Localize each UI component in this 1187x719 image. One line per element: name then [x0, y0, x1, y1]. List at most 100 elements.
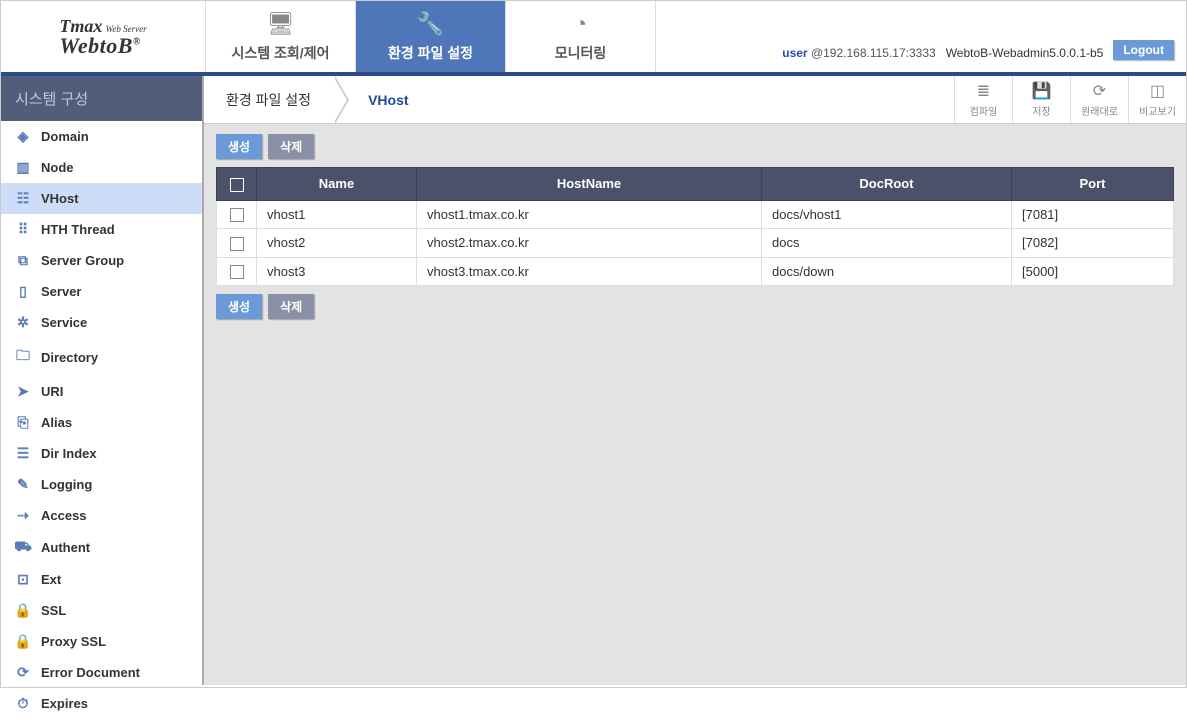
cell-hostname: vhost3.tmax.co.kr [417, 257, 762, 286]
sidebar-item-expires[interactable]: ⏱Expires [1, 688, 202, 719]
cell-port: [5000] [1012, 257, 1174, 286]
cell-docroot: docs [762, 229, 1012, 258]
cell-hostname: vhost2.tmax.co.kr [417, 229, 762, 258]
username: user [782, 46, 807, 60]
sidebar: 시스템 구성 ◈Domain▥Node ☷ VHost ⠿HTH Thread ⧉ Ser… [1, 76, 204, 685]
col-docroot: DocRoot [762, 168, 1012, 201]
sidebar-item-label: Ext [41, 572, 61, 587]
breadcrumb-parent[interactable]: 환경 파일 설정 [204, 76, 333, 123]
sidebar-item-alias[interactable]: ⎘Alias [1, 407, 202, 438]
cell-docroot: docs/down [762, 257, 1012, 286]
sidebar-item-ext[interactable]: ⊡ Ext [1, 564, 202, 595]
sidebar-item-domain[interactable]: ◈Domain [1, 121, 202, 152]
sidebar-item-label: Alias [41, 415, 72, 430]
sidebar-item-label: VHost [41, 191, 79, 206]
delete-button-bottom[interactable]: 삭제 [268, 294, 314, 319]
sidebar-item-label: Directory [41, 350, 98, 365]
cell-docroot: docs/vhost1 [762, 200, 1012, 229]
tab-config[interactable]: 🔧 환경 파일 설정 [356, 1, 506, 72]
sidebar-item-access[interactable]: ⇢Access [1, 500, 202, 531]
uri-icon: ➤ [15, 383, 31, 400]
error-document-icon: ⟳ [15, 664, 31, 681]
checkbox-icon[interactable] [230, 265, 244, 279]
content: 환경 파일 설정 VHost ≣ 컴파일 💾 저장 ⟳ 원래대로 ◫ 비교보기 [204, 76, 1186, 685]
access-icon: ⇢ [15, 507, 31, 524]
col-port: Port [1012, 168, 1174, 201]
button-row-top: 생성 삭제 [216, 134, 1174, 159]
wrench-icon: 🔧 [417, 11, 444, 37]
sidebar-item-label: Logging [41, 477, 92, 492]
sidebar-item-label: Service [41, 315, 87, 330]
dir-index-icon: ☰ [15, 445, 31, 462]
table-row[interactable]: vhost2vhost2.tmax.co.krdocs[7082] [217, 229, 1174, 258]
cell-name: vhost3 [257, 257, 417, 286]
version-label: WebtoB-Webadmin5.0.0.1-b5 [946, 46, 1104, 60]
vhost-icon: ☷ [15, 190, 31, 207]
button-row-bottom: 생성 삭제 [216, 294, 1174, 319]
breadcrumb-bar: 환경 파일 설정 VHost ≣ 컴파일 💾 저장 ⟳ 원래대로 ◫ 비교보기 [204, 76, 1186, 124]
tab-monitoring[interactable]: ◔ 모니터링 [506, 1, 656, 72]
cell-name: vhost1 [257, 200, 417, 229]
checkbox-all-icon[interactable] [230, 178, 244, 192]
sidebar-item-label: Error Document [41, 665, 140, 680]
save-icon: 💾 [1032, 81, 1052, 101]
ssl-icon: 🔒 [15, 602, 31, 619]
sidebar-item-logging[interactable]: ✎Logging [1, 469, 202, 500]
server-group-icon: ⧉ [15, 252, 31, 269]
action-save[interactable]: 💾 저장 [1012, 76, 1070, 123]
action-revert[interactable]: ⟳ 원래대로 [1070, 76, 1128, 123]
col-name: Name [257, 168, 417, 201]
sidebar-title: 시스템 구성 [1, 76, 202, 121]
sidebar-item-authent[interactable]: ⛟Authent [1, 531, 202, 564]
domain-icon: ◈ [15, 128, 31, 145]
sidebar-item-service[interactable]: ✲ Service [1, 307, 202, 338]
table-row[interactable]: vhost3vhost3.tmax.co.krdocs/down[5000] [217, 257, 1174, 286]
sidebar-item-server[interactable]: ▯Server [1, 276, 202, 307]
service-icon: ✲ [15, 314, 31, 331]
sidebar-item-label: HTH Thread [41, 222, 115, 237]
row-checkbox[interactable] [217, 200, 257, 229]
server-icon: ▯ [15, 283, 31, 300]
cell-port: [7082] [1012, 229, 1174, 258]
create-button-top[interactable]: 생성 [216, 134, 262, 159]
create-button-bottom[interactable]: 생성 [216, 294, 262, 319]
sidebar-item-proxy-ssl[interactable]: 🔒Proxy SSL [1, 626, 202, 657]
proxy-ssl-icon: 🔒 [15, 633, 31, 650]
row-checkbox[interactable] [217, 257, 257, 286]
sidebar-item-node[interactable]: ▥Node [1, 152, 202, 183]
col-checkbox[interactable] [217, 168, 257, 201]
checkbox-icon[interactable] [230, 208, 244, 222]
sidebar-item-uri[interactable]: ➤ URI [1, 376, 202, 407]
sidebar-item-label: Authent [41, 540, 90, 555]
sidebar-item-label: SSL [41, 603, 66, 618]
ext-icon: ⊡ [15, 571, 31, 588]
sidebar-item-ssl[interactable]: 🔒 SSL [1, 595, 202, 626]
action-compare[interactable]: ◫ 비교보기 [1128, 76, 1186, 123]
logout-button[interactable]: Logout [1113, 40, 1174, 60]
sidebar-item-label: URI [41, 384, 63, 399]
sidebar-item-directory[interactable]: 🗀Directory [1, 338, 202, 376]
layers-icon: ≣ [977, 81, 990, 101]
sidebar-item-vhost[interactable]: ☷ VHost [1, 183, 202, 214]
header-user-area: user @192.168.115.17:3333 WebtoB-Webadmi… [656, 1, 1186, 72]
sidebar-item-hth-thread[interactable]: ⠿HTH Thread [1, 214, 202, 245]
sidebar-item-label: Server Group [41, 253, 124, 268]
sidebar-item-server-group[interactable]: ⧉ Server Group [1, 245, 202, 276]
nav-tabs: 🖥 시스템 조회/제어 🔧 환경 파일 설정 ◔ 모니터링 [206, 1, 656, 72]
pie-chart-icon: ◔ [574, 11, 587, 37]
sidebar-item-dir-index[interactable]: ☰ Dir Index [1, 438, 202, 469]
tab-system[interactable]: 🖥 시스템 조회/제어 [206, 1, 356, 72]
sidebar-item-error-document[interactable]: ⟳ Error Document [1, 657, 202, 688]
cell-hostname: vhost1.tmax.co.kr [417, 200, 762, 229]
delete-button-top[interactable]: 삭제 [268, 134, 314, 159]
action-compile[interactable]: ≣ 컴파일 [954, 76, 1012, 123]
sidebar-item-label: Dir Index [41, 446, 97, 461]
row-checkbox[interactable] [217, 229, 257, 258]
monitor-icon: 🖥 [267, 11, 295, 37]
compare-icon: ◫ [1150, 81, 1165, 101]
cell-name: vhost2 [257, 229, 417, 258]
table-row[interactable]: vhost1vhost1.tmax.co.krdocs/vhost1[7081] [217, 200, 1174, 229]
col-hostname: HostName [417, 168, 762, 201]
sidebar-item-label: Expires [41, 696, 88, 711]
checkbox-icon[interactable] [230, 237, 244, 251]
